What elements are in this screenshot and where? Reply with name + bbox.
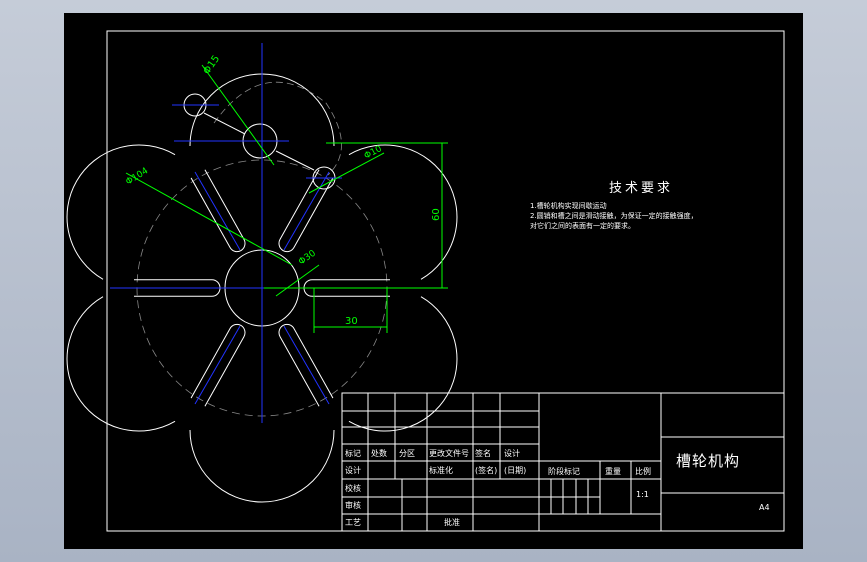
dim-line-phi10 [308,152,385,194]
slot-centerline [283,171,330,251]
cad-drawing: Φ15 Φ10 Φ104 Φ30 60 30 技术要求 1.槽轮机构实现间歇运动… [66,30,785,532]
locking-arc [348,296,458,432]
tb-date: 设计 [504,448,520,458]
technical-requirements: 技术要求 1.槽轮机构实现间歇运动 2.圆销和槽之间是滑动接触，为保证一定的接触… [530,181,698,230]
slot-centerline [194,325,241,405]
wheel-slot [278,169,334,253]
label-60: 60 [431,208,442,221]
tb-standardize: 标准化 [429,465,453,475]
tb-mark: 标记 [345,448,361,458]
tb-zone: 分区 [399,449,415,458]
tb-process: 工艺 [345,518,361,527]
tb-change-doc: 更改文件号 [429,448,469,458]
locking-arc [66,296,176,432]
tb-review: 审核 [345,500,361,510]
label-30: 30 [345,316,358,327]
tech-line-1: 1.槽轮机构实现间歇运动 [530,201,607,210]
wheel-slot [278,323,334,407]
tech-line-3: 对它们之间的表面有一定的要求。 [530,221,635,230]
drawing-title: 槽轮机构 [676,452,740,470]
title-block-text: 标记 处数 分区 更改文件号 签名 设计 设计 标准化 (签名) (日期) 校核… [345,448,770,527]
dimension-labels: Φ15 Φ10 Φ104 Φ30 60 30 [124,54,442,327]
tb-weight: 重量 [605,466,621,476]
tech-heading: 技术要求 [609,181,673,196]
dim-line-phi15 [201,64,275,166]
locking-arc [189,429,335,503]
tb-scale: 1:1 [636,490,649,499]
crank-arm-right [275,150,315,171]
sheet-size: A4 [759,503,770,512]
locking-arc [66,144,176,280]
slot-centerline [194,171,241,251]
tb-sign-paren: (签名) [475,465,497,475]
tb-signature: 签名 [475,448,491,458]
tech-line-2: 2.圆销和槽之间是滑动接触，为保证一定的接触强度， [530,211,698,220]
tb-ratio: 比例 [635,466,651,476]
tb-stage-mark: 阶段标记 [548,466,580,476]
dim-line-phi104 [125,172,293,266]
tb-date-paren: (日期) [504,466,526,475]
dim-line-phi30 [275,264,320,297]
label-phi15: Φ15 [201,54,222,77]
centerlines [110,43,404,423]
tb-count: 处数 [371,448,387,458]
label-phi30: Φ30 [297,248,318,267]
wheel-slot [190,323,246,407]
wheel-slot [190,169,246,253]
tb-design: 设计 [345,465,361,475]
slot-centerline [283,325,330,405]
tb-check: 校核 [345,483,361,493]
drawing-sheet: Φ15 Φ10 Φ104 Φ30 60 30 技术要求 1.槽轮机构实现间歇运动… [64,13,803,549]
tb-approve: 批准 [444,517,460,527]
